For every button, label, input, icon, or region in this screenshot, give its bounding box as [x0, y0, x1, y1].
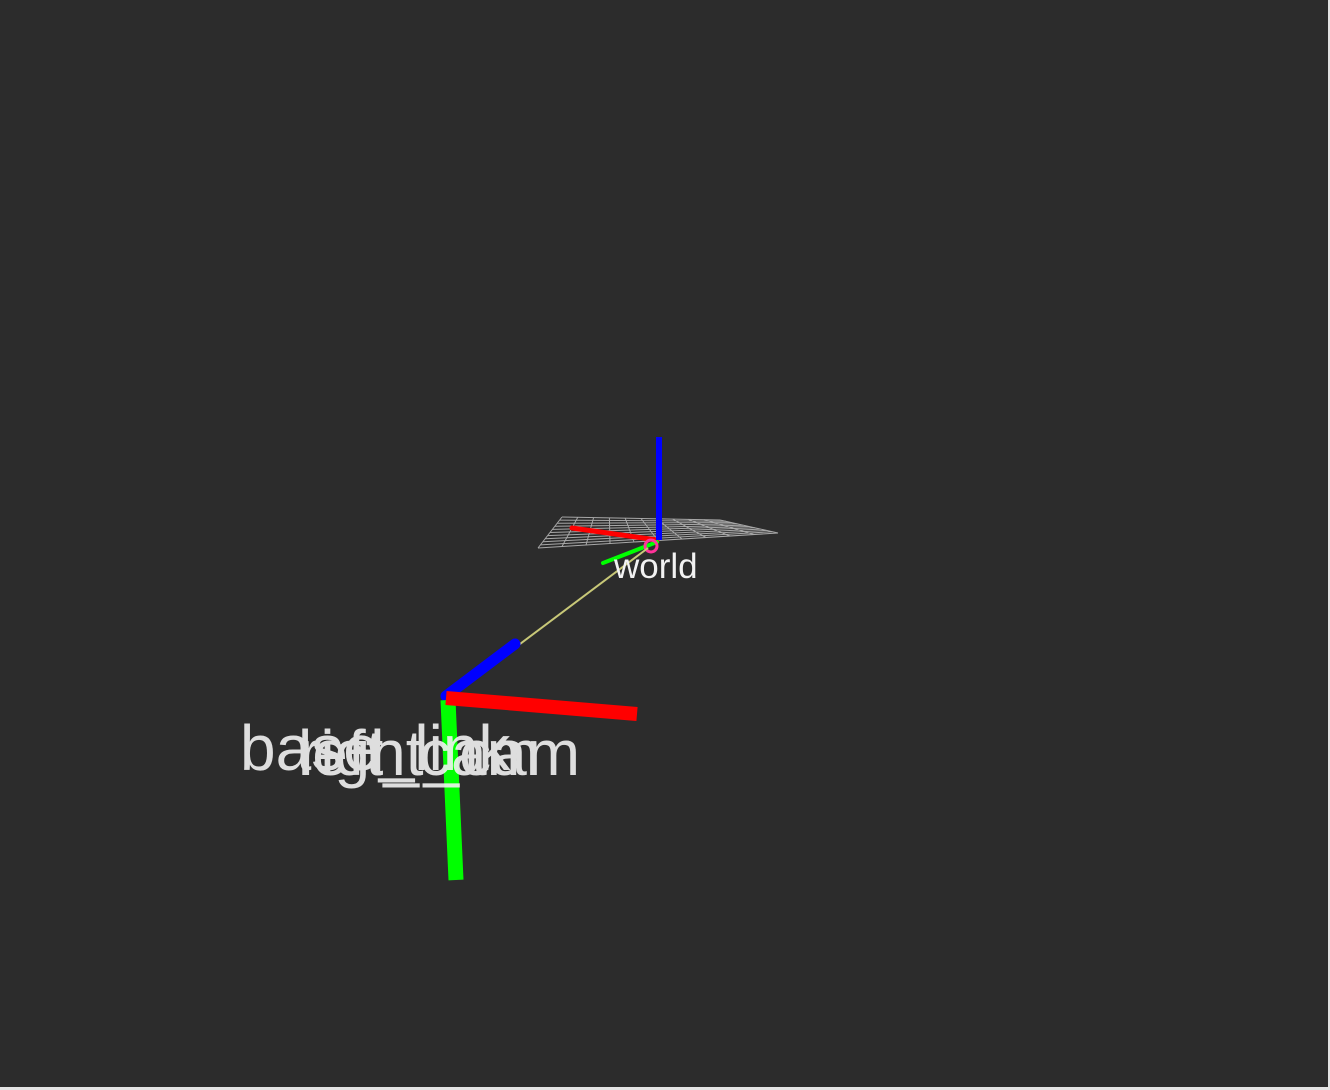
overlapping-frame-labels: base_link left_cam right_cam [240, 712, 580, 789]
tf-scene[interactable]: world base_link left_cam right_cam [0, 0, 1328, 1087]
rviz-3d-viewport[interactable]: world base_link left_cam right_cam [0, 0, 1330, 1090]
world-frame-label: world [613, 547, 698, 586]
right-cam-label: right_cam [299, 717, 580, 789]
viewport-background [0, 0, 1328, 1087]
